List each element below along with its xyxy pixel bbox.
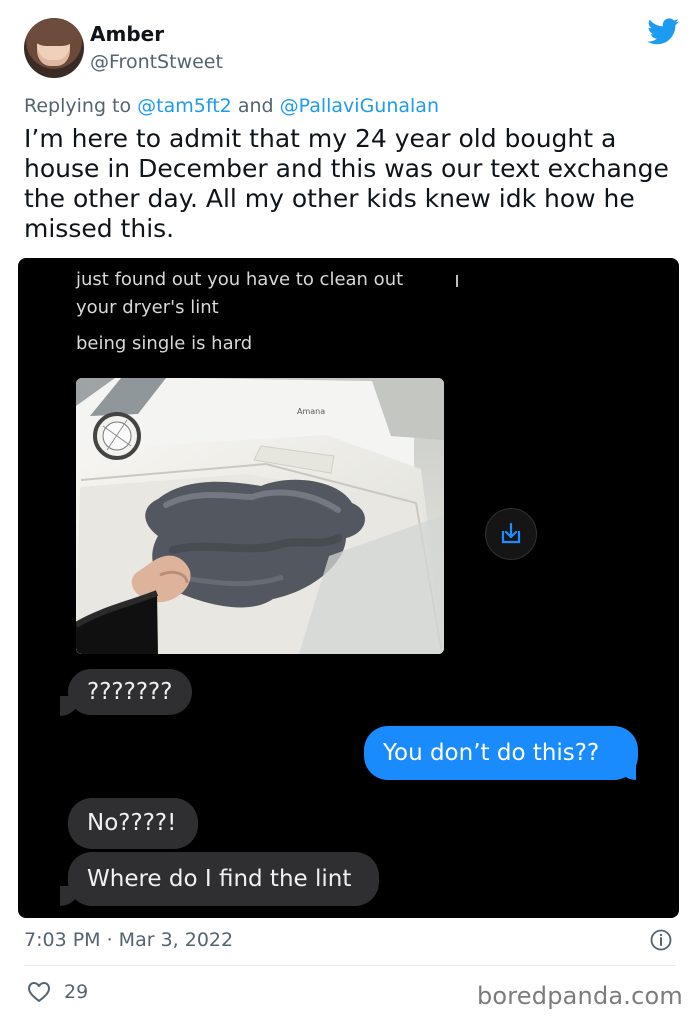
author-handle[interactable]: @FrontStweet — [90, 50, 223, 74]
reply-context: Replying to @tam5ft2 and @PallaviGunalan — [24, 94, 674, 118]
tweet-divider — [24, 965, 676, 966]
incoming-message-bubble: Where do I find the lint — [68, 852, 379, 906]
twitter-bird-icon[interactable] — [646, 18, 680, 48]
author-name[interactable]: Amber — [90, 22, 164, 46]
heart-icon[interactable] — [27, 981, 51, 1003]
incoming-message-line: just found out you have to clean out — [76, 269, 404, 290]
reply-prefix: Replying to — [24, 95, 132, 117]
message-scroll-indicator — [456, 275, 458, 287]
appliance-brand-text: Amana — [297, 407, 325, 416]
reply-user-pallavigunalan[interactable]: @PallaviGunalan — [280, 95, 439, 117]
tweet-media-screenshot[interactable]: just found out you have to clean out you… — [18, 258, 679, 918]
dryer-lint-image: Amana — [76, 378, 444, 654]
dryer-lint-photo[interactable]: Amana — [76, 378, 444, 654]
boredpanda-watermark: boredpanda.com — [476, 982, 683, 1010]
reply-user-tam5ft2[interactable]: @tam5ft2 — [137, 95, 232, 117]
outgoing-message-bubble: You don’t do this?? — [364, 726, 638, 780]
like-count[interactable]: 29 — [64, 980, 88, 1004]
tweet-timestamp[interactable]: 7:03 PM · Mar 3, 2022 — [24, 928, 233, 952]
incoming-message-line: being single is hard — [76, 333, 253, 354]
reply-connector: and — [237, 95, 274, 117]
download-button[interactable] — [485, 508, 537, 560]
info-icon[interactable] — [650, 929, 672, 951]
incoming-message-bubble: No????! — [68, 798, 198, 849]
incoming-message-line: your dryer's lint — [76, 297, 219, 318]
tweet-header: Amber @FrontStweet — [24, 18, 680, 80]
avatar[interactable] — [24, 18, 84, 78]
incoming-message-bubble: ??????? — [68, 669, 192, 715]
tweet-text: I’m here to admit that my 24 year old bo… — [24, 124, 669, 243]
download-icon — [501, 522, 521, 544]
